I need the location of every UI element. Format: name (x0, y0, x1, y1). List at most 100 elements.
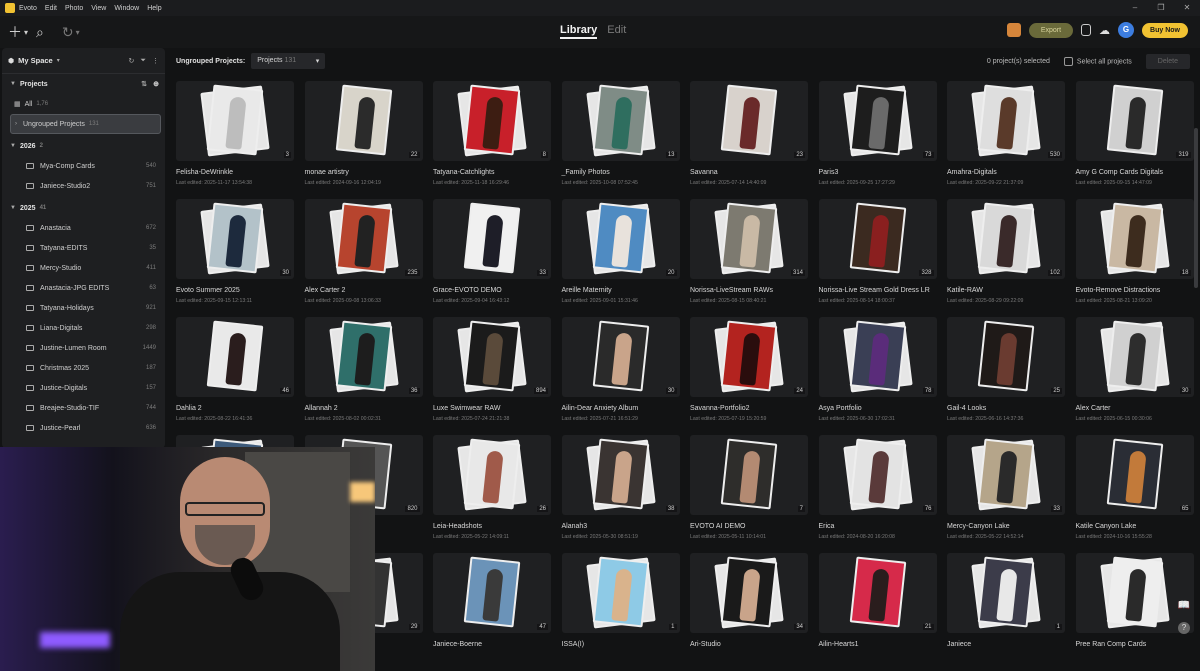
project-thumbnail[interactable]: 21 (818, 553, 937, 633)
project-name[interactable]: Katile Canyon Lake (1076, 523, 1137, 530)
project-thumbnail[interactable]: 76 (818, 435, 937, 515)
project-card[interactable]: 3 Felisha-DeWrinkle Last edited: 2025-11-1… (176, 81, 294, 193)
project-card[interactable]: 30 Ailin-Dear Anxiety Album Last edited: 2… (561, 317, 680, 429)
project-name[interactable]: EVOTO AI DEMO (690, 523, 746, 530)
project-name[interactable]: Pree Ran Comp Cards (1076, 641, 1147, 648)
project-thumbnail[interactable]: 18 (1075, 199, 1194, 279)
project-thumbnail[interactable]: 7 (690, 435, 808, 515)
more-icon[interactable]: ⋮ (152, 57, 159, 65)
plus-icon[interactable]: ＋ (8, 22, 22, 42)
project-name[interactable]: Janiece-Boerne (433, 641, 482, 648)
project-thumbnail[interactable]: 22 (304, 81, 423, 161)
project-name[interactable]: Luxe Swimwear RAW (433, 405, 500, 412)
project-thumbnail[interactable]: 26 (433, 435, 551, 515)
help-icon[interactable]: ? (1178, 622, 1190, 634)
project-card[interactable]: 24 Savanna-Portfolio2 Last edited: 2025-07… (690, 317, 808, 429)
refresh-icon[interactable]: ↻ (129, 57, 135, 65)
project-name[interactable]: Alex Carter 2 (305, 287, 346, 294)
project-card[interactable]: 34 Ari-Studio (690, 553, 808, 665)
project-name[interactable]: Ailin-Hearts1 (819, 641, 859, 648)
project-card[interactable]: 13 _Family Photos Last edited: 2025-10-08 … (561, 81, 680, 193)
project-thumbnail[interactable]: 530 (947, 81, 1065, 161)
project-name[interactable]: Paris3 (819, 169, 839, 176)
project-thumbnail[interactable]: 1 (561, 553, 680, 633)
project-card[interactable]: 530 Amahra-Digitals Last edited: 2025-09-2… (947, 81, 1065, 193)
project-thumbnail[interactable]: 13 (561, 81, 680, 161)
sidebar-item-folder[interactable]: Liana-Digitals 298 (2, 318, 165, 338)
project-card[interactable]: Pree Ran Comp Cards (1075, 553, 1194, 665)
project-name[interactable]: Dahlia 2 (176, 405, 202, 412)
project-card[interactable]: 22 monae artistry Last edited: 2024-09-16 … (304, 81, 423, 193)
project-card[interactable]: 18 Evoto-Remove Distractions Last edited: … (1075, 199, 1194, 311)
project-thumbnail[interactable]: 73 (818, 81, 937, 161)
chevron-down-icon[interactable]: ▾ (24, 28, 28, 37)
project-name[interactable]: Katile-RAW (947, 287, 983, 294)
project-name[interactable]: Ari-Studio (690, 641, 721, 648)
project-name[interactable]: Amahra-Digitals (947, 169, 997, 176)
sidebar-item-folder[interactable]: Justice-Digitals 157 (2, 378, 165, 398)
project-card[interactable]: 102 Katile-RAW Last edited: 2025-08-29 09:… (947, 199, 1065, 311)
search-icon[interactable]: ⌕ (36, 24, 44, 41)
project-name[interactable]: ISSA(I) (562, 641, 585, 648)
sidebar-item-folder[interactable]: Janiece-Studio2 751 (2, 176, 165, 196)
project-thumbnail[interactable]: 33 (947, 435, 1065, 515)
checkbox-icon[interactable] (1063, 56, 1073, 66)
undo-chevron-icon[interactable]: ▾ (76, 28, 80, 37)
project-card[interactable]: 25 Gail-4 Looks Last edited: 2025-06-16 14… (947, 317, 1065, 429)
menu-edit[interactable]: Edit (45, 5, 57, 12)
project-name[interactable]: Grace-EVOTO DEMO (433, 287, 502, 294)
export-button[interactable]: Export (1028, 22, 1074, 38)
project-thumbnail[interactable]: 65 (1075, 435, 1194, 515)
project-thumbnail[interactable]: 102 (947, 199, 1065, 279)
project-name[interactable]: Norissa-Live Stream Gold Dress LR (819, 287, 930, 294)
project-card[interactable]: 65 Katile Canyon Lake Last edited: 2024-10… (1075, 435, 1194, 547)
book-icon[interactable]: 📖 (1178, 600, 1190, 611)
project-thumbnail[interactable]: 38 (561, 435, 680, 515)
tab-library[interactable]: Library (560, 24, 598, 39)
project-name[interactable]: Savanna (690, 169, 718, 176)
gift-icon[interactable] (1006, 23, 1021, 37)
project-card[interactable]: 47 Janiece-Boerne (433, 553, 551, 665)
close-button[interactable]: ✕ (1174, 0, 1200, 16)
project-card[interactable]: 319 Amy G Comp Cards Digitals Last edited:… (1075, 81, 1194, 193)
filter-icon[interactable]: ⏷ (140, 57, 146, 65)
project-card[interactable]: 38 Alanah3 Last edited: 2025-05-30 08:51:1… (561, 435, 680, 547)
sidebar-item-folder[interactable]: Justine-Lumen Room 1449 (2, 338, 165, 358)
project-name[interactable]: Erica (819, 523, 835, 530)
project-thumbnail[interactable]: 25 (947, 317, 1065, 397)
sidebar-item-folder[interactable]: Christmas 2025 187 (2, 358, 165, 378)
sidebar-year-2026[interactable]: ▼ 2026 2 (2, 136, 165, 156)
project-name[interactable]: Asya Portfolio (819, 405, 862, 412)
project-name[interactable]: Ailin-Dear Anxiety Album (562, 405, 639, 412)
project-name[interactable]: Alex Carter (1076, 405, 1111, 412)
space-chevron-icon[interactable]: ▾ (57, 57, 60, 64)
sidebar-item-folder[interactable]: Breajee-Studio-TIF 744 (2, 398, 165, 418)
project-card[interactable]: 73 Paris3 Last edited: 2025-09-25 17:27:29 (818, 81, 937, 193)
project-name[interactable]: Felisha-DeWrinkle (176, 169, 233, 176)
project-name[interactable]: Evoto-Remove Distractions (1076, 287, 1161, 294)
project-name[interactable]: Areille Maternity (562, 287, 612, 294)
cloud-icon[interactable]: ☁ (1099, 24, 1110, 37)
project-thumbnail[interactable] (1075, 553, 1194, 633)
add-project-icon[interactable]: ⊕ (153, 80, 159, 88)
project-card[interactable]: 1 ISSA(I) (561, 553, 680, 665)
sidebar-item-folder[interactable]: Mercy-Studio 411 (2, 258, 165, 278)
project-card[interactable]: 33 Mercy-Canyon Lake Last edited: 2025-05-… (947, 435, 1065, 547)
project-thumbnail[interactable]: 30 (176, 199, 294, 279)
project-card[interactable]: 78 Asya Portfolio Last edited: 2025-06-30 … (818, 317, 937, 429)
project-thumbnail[interactable]: 36 (304, 317, 423, 397)
project-card[interactable]: 46 Dahlia 2 Last edited: 2025-08-22 16:41:… (176, 317, 294, 429)
project-card[interactable]: 76 Erica Last edited: 2024-08-20 16:20:08 (818, 435, 937, 547)
project-thumbnail[interactable]: 894 (433, 317, 551, 397)
project-card[interactable]: 328 Norissa-Live Stream Gold Dress LR Last… (818, 199, 937, 311)
project-card[interactable]: 1 Janiece (947, 553, 1065, 665)
project-card[interactable]: 30 Evoto Summer 2025 Last edited: 2025-09-… (176, 199, 294, 311)
menu-window[interactable]: Window (114, 5, 139, 12)
sidebar-item-folder[interactable]: Justice-Pearl 636 (2, 418, 165, 438)
project-card[interactable]: 20 Areille Maternity Last edited: 2025-09-… (561, 199, 680, 311)
project-name[interactable]: Savanna-Portfolio2 (690, 405, 750, 412)
project-thumbnail[interactable]: 1 (947, 553, 1065, 633)
document-icon[interactable] (1081, 24, 1092, 36)
project-card[interactable]: 30 Alex Carter Last edited: 2025-06-15 00:… (1075, 317, 1194, 429)
project-name[interactable]: _Family Photos (562, 169, 610, 176)
